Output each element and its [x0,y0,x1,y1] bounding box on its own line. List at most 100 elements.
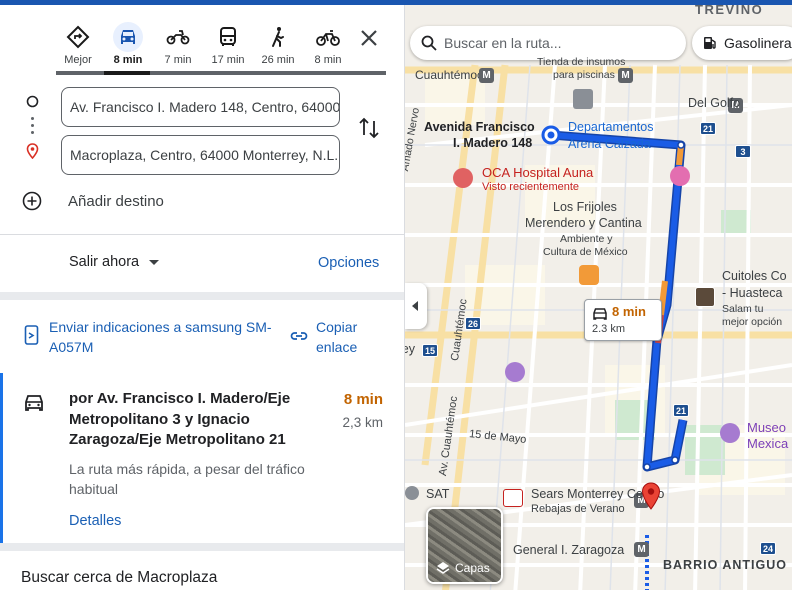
restaurant-marker-icon[interactable] [579,265,599,285]
top-edge-strip [0,0,792,5]
options-button[interactable]: Opciones [318,255,379,271]
search-icon [421,35,437,51]
map-label-departamentos: Departamentos [568,120,654,134]
map-label-frijoles-2: Merendero y Cantina [525,216,642,230]
car-icon [593,308,607,320]
swap-route-button[interactable] [356,115,382,141]
map-label-origin-1: Avenida Francisco [424,120,535,134]
sears-logo-marker[interactable] [503,489,523,507]
add-circle-icon [22,191,42,211]
copy-link-button[interactable]: Copiar enlace [316,317,386,357]
car-icon [25,395,43,411]
map-label-tienda: Tienda de insumos [537,56,626,68]
map-label-cuitoles-4: mejor opción [722,316,783,328]
divider [0,234,404,235]
map-label-oca: OCA Hospital Auna [482,165,594,180]
search-nearby-heading[interactable]: Buscar cerca de Macroplaza [21,569,217,587]
restaurant-photo-marker[interactable] [695,287,715,307]
gas-stations-chip[interactable]: Gasolineras [692,26,792,60]
route-shield-21b: 21 [673,404,689,417]
map-label-oca-sub: Visto recientemente [482,181,580,193]
map-label-trevino: TREVIÑO [695,5,764,17]
depart-time-dropdown[interactable]: Salir ahora [69,254,160,270]
route-time-bubble[interactable]: 8 min 2.3 km [584,299,662,341]
mode-bike[interactable]: 8 min [306,19,350,73]
map-label-cuitoles: Cuitoles Co [722,269,787,283]
map-label-ambiente: Ambiente y [560,233,613,245]
mode-motorcycle-label: 7 min [164,54,192,66]
link-icon [290,332,308,340]
route-dots-icon [31,117,34,135]
metro-station-icon: M [479,68,494,83]
map-label-cuauhtemoc-top: Cuauhtémoc [415,68,484,82]
add-destination-button[interactable]: Añadir destino [22,187,164,215]
gas-pump-icon [704,37,716,49]
mode-best-label: Mejor [64,54,92,66]
origin-input[interactable]: Av. Francisco I. Madero 148, Centro, 640… [61,87,340,127]
map-label-museo-2: Mexica [747,436,789,451]
map-label-museo: Museo [747,420,787,435]
mode-car-label: 8 min [113,54,143,66]
mode-transit[interactable]: 17 min [206,19,250,73]
gas-stations-label: Gasolineras [724,35,792,51]
close-directions-button[interactable] [356,25,382,51]
map-label-zaragoza: General I. Zaragoza [513,543,625,557]
mode-walk-label: 26 min [261,54,295,66]
museum-marker-icon[interactable] [505,362,525,382]
collapse-panel-button[interactable] [405,283,427,329]
mode-bike-label: 8 min [314,54,342,66]
route-via-text: por Av. Francisco I. Madero/Eje Metropol… [69,390,291,448]
mode-car[interactable]: 8 min [106,19,150,73]
bus-icon [213,22,243,52]
map-label-cuitoles-2: - Huasteca [722,286,783,300]
close-icon [361,30,377,46]
send-to-phone-icon [24,325,39,345]
gov-marker-icon[interactable] [405,486,419,500]
mode-tab-underline [56,71,386,75]
map-label-frijoles: Los Frijoles [553,200,617,214]
origin-circle-icon [26,95,39,108]
mode-best[interactable]: Mejor [56,19,100,73]
map-search-input[interactable]: Buscar en la ruta... [410,26,686,60]
route-shield-21: 21 [700,122,716,135]
mode-transit-label: 17 min [211,54,245,66]
mode-walk[interactable]: 26 min [256,19,300,73]
museum-marker-icon-2[interactable] [720,423,740,443]
walk-icon [263,22,293,52]
directions-panel: Mejor 8 min 7 min 17 min 26 min 8 min Av… [0,5,405,590]
layers-icon [436,562,450,574]
map-label-ley: ley [405,342,415,356]
shop-marker-icon[interactable] [573,89,593,109]
route-option-card[interactable]: por Av. Francisco I. Madero/Eje Metropol… [0,373,404,543]
hotel-marker-icon[interactable] [670,166,690,186]
map-label-del-golfo: Del Golfo [688,96,741,110]
map-canvas[interactable]: Buscar en la ruta... Gasolineras TREVIÑO… [405,5,792,590]
map-label-ambiente-2: Cultura de México [543,246,628,258]
map-label-tienda-2: para piscinas [553,69,615,81]
hospital-marker-icon[interactable] [453,168,473,188]
route-shield-26: 26 [465,317,481,330]
add-destination-label: Añadir destino [68,192,164,210]
destination-marker-icon[interactable] [641,482,661,510]
motorcycle-icon [163,22,193,52]
route-time: 8 min [343,391,383,408]
layers-label: Capas [455,561,490,575]
map-label-origin-2: I. Madero 148 [453,136,533,150]
layers-button[interactable]: Capas [426,507,503,584]
map-label-sat: SAT [426,487,450,501]
active-tab-indicator [104,71,150,75]
destination-input[interactable]: Macroplaza, Centro, 64000 Monterrey, N.L… [61,135,340,175]
details-link[interactable]: Detalles [69,513,121,529]
section-divider [0,292,404,300]
destination-pin-icon [26,143,39,159]
bubble-time: 8 min [612,304,646,319]
bubble-distance: 2.3 km [592,323,626,335]
route-shield-15: 15 [422,344,438,357]
route-inputs: Av. Francisco I. Madero 148, Centro, 640… [0,81,404,231]
route-note: La ruta más rápida, a pesar del tráfico … [69,461,305,497]
route-distance: 2,3 km [342,415,383,430]
send-to-device-link[interactable]: Enviar indicaciones a samsung SM-A057M [49,317,279,357]
map-label-cuitoles-3: Salam tu [722,303,764,315]
map-label-barrio: BARRIO ANTIGUO [663,558,787,572]
mode-motorcycle[interactable]: 7 min [156,19,200,73]
